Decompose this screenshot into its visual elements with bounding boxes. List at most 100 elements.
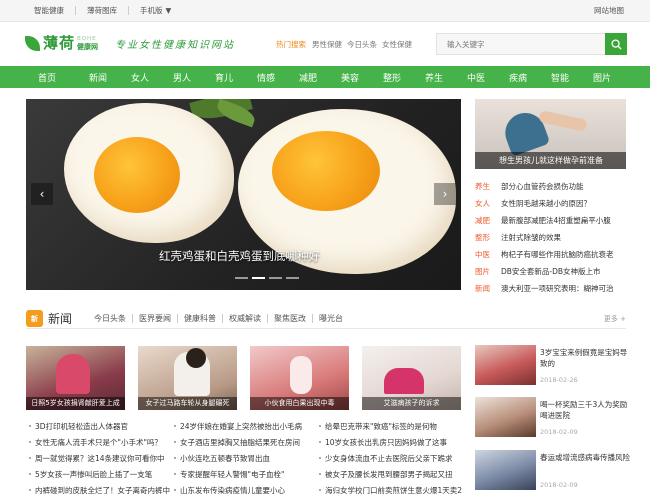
top-link-gallery[interactable]: 薄荷图库: [87, 5, 117, 16]
top-link-mobile[interactable]: 手机版: [140, 5, 163, 16]
top-link-smart-health[interactable]: 智能健康: [34, 5, 64, 16]
article-title[interactable]: 注射式除皱的效果: [501, 232, 561, 243]
site-logo[interactable]: 薄荷 BOHE 健康网: [25, 36, 113, 51]
list-item[interactable]: 女性无痛人流手术只是个"小手术"吗？: [29, 434, 162, 450]
list-item[interactable]: 海归女学校门口前卖煎饼生意火爆1天卖2: [319, 482, 462, 498]
list-item[interactable]: 养生 部分心血管药会损伤功能: [475, 178, 635, 195]
list-item[interactable]: 中医 枸杞子有哪些作用抗脑防癌抗衰老: [475, 246, 635, 263]
list-item[interactable]: 24岁伴娘在婚宴上突然被抬出小毛病: [174, 418, 302, 434]
feed-item[interactable]: 春运或增流感病毒传播风险 2018-02-09: [475, 450, 635, 496]
slider-prev-button[interactable]: ‹: [31, 183, 53, 205]
feed-title[interactable]: 3岁宝宝来例假竟是宝妈导致的: [540, 347, 632, 369]
category-label[interactable]: 新闻: [475, 283, 492, 294]
news-thumb[interactable]: 女子过马路车轮从身腿碾死: [138, 346, 237, 410]
category-label[interactable]: 女人: [475, 198, 492, 209]
list-item[interactable]: 给晕巴克带来"致癌"标签的是何物: [319, 418, 437, 434]
list-item[interactable]: 小伙连吃五顿春节致胃出血: [174, 450, 284, 466]
nav-item-men[interactable]: 男人: [173, 71, 215, 84]
nav-item-parenting[interactable]: 育儿: [215, 71, 257, 84]
list-item[interactable]: 专家提醒年轻人警惕"电子血栓": [174, 466, 284, 482]
more-link[interactable]: 更多 +: [604, 314, 626, 324]
sitemap-link[interactable]: 网站地图: [594, 5, 624, 16]
article-title[interactable]: DB安全套新品-DB女神版上市: [501, 266, 601, 277]
category-label[interactable]: 减肥: [475, 215, 492, 226]
category-label[interactable]: 图片: [475, 266, 492, 277]
feed-date: 2018-02-09: [540, 428, 578, 436]
nav-item-disease[interactable]: 疾病: [509, 71, 551, 84]
news-section-header: 新 新闻 今日头条 医界要闻 健康科普 权威解读 聚焦医改 曝光台 更多 +: [26, 309, 626, 329]
top-links: 智能健康 薄荷图库 手机版 ▼: [34, 5, 171, 16]
hero-slider[interactable]: ‹ › 红壳鸡蛋和白壳鸡蛋到底哪种好: [26, 99, 461, 290]
feed-title[interactable]: 春运或增流感病毒传播风险: [540, 452, 632, 463]
list-item[interactable]: 新闻 澳大利亚一项研究表明：糊神可治: [475, 280, 635, 297]
category-label[interactable]: 整形: [475, 232, 492, 243]
feed-item[interactable]: 喝一杯奖励三千3人为奖励喝进医院 2018-02-09: [475, 397, 635, 443]
feed-item[interactable]: 3岁宝宝来例假竟是宝妈导致的 2018-02-26: [475, 345, 635, 391]
tab-health-science[interactable]: 健康科普: [184, 313, 216, 324]
nav-item-home[interactable]: 首页: [38, 71, 89, 84]
list-item[interactable]: 减肥 最新腹部减肥法4招重塑扁平小腹: [475, 212, 635, 229]
logo-en: BOHE: [77, 36, 97, 42]
list-item[interactable]: 女子酒店里掉胸又抽脂结果死在房间: [174, 434, 300, 450]
list-item[interactable]: 3D打印机轻松造出人体器官: [29, 418, 139, 434]
side-feature-card[interactable]: 想生男孩儿就这样做孕前准备: [475, 99, 626, 169]
news-thumb[interactable]: 小伙食用白果出现中毒: [250, 346, 349, 410]
tab-interpretation[interactable]: 权威解读: [229, 313, 261, 324]
news-thumb[interactable]: 艾滋病孩子的诉求: [362, 346, 461, 410]
hot-keyword[interactable]: 男性保健: [312, 39, 342, 50]
side-article-list: 养生 部分心血管药会损伤功能 女人 女性阴毛越来越小的原因？ 减肥 最新腹部减肥法4招…: [475, 178, 635, 297]
article-title[interactable]: 最新腹部减肥法4招重塑扁平小腹: [501, 215, 611, 226]
hot-keyword[interactable]: 女性保健: [382, 39, 412, 50]
nav-item-pictures[interactable]: 图片: [593, 71, 623, 84]
article-title[interactable]: 澳大利亚一项研究表明：糊神可治: [501, 283, 614, 294]
category-label[interactable]: 养生: [475, 181, 492, 192]
logo-text: 薄荷: [43, 34, 76, 52]
list-item[interactable]: 图片 DB安全套新品-DB女神版上市: [475, 263, 635, 280]
article-title[interactable]: 枸杞子有哪些作用抗脑防癌抗衰老: [501, 249, 614, 260]
nav-item-emotion[interactable]: 情感: [257, 71, 299, 84]
slider-next-button[interactable]: ›: [434, 183, 456, 205]
list-item[interactable]: 山东发布传染病疫情儿童要小心: [174, 482, 285, 498]
slider-dot[interactable]: [235, 277, 248, 279]
search-button[interactable]: [605, 33, 627, 55]
nav-item-beauty[interactable]: 美容: [341, 71, 383, 84]
list-item[interactable]: 少女身体流血不止去医院后父亲下跪求: [319, 450, 453, 466]
slider-dot[interactable]: [269, 277, 282, 279]
chevron-down-icon[interactable]: ▼: [166, 6, 172, 15]
nav-item-women[interactable]: 女人: [131, 71, 173, 84]
tab-headlines[interactable]: 今日头条: [94, 313, 126, 324]
nav-item-wellness[interactable]: 养生: [425, 71, 467, 84]
category-label[interactable]: 中医: [475, 249, 492, 260]
list-item[interactable]: 10岁女孩长出乳房只因妈妈做了这事: [319, 434, 447, 450]
list-item[interactable]: 被女子及腰长发甩到腰部男子揭起又扭: [319, 466, 453, 482]
separator: [132, 314, 134, 323]
tab-exposure[interactable]: 曝光台: [319, 313, 343, 324]
site-slogan: 专业女性健康知识网站: [115, 40, 235, 51]
article-title[interactable]: 部分心血管药会损伤功能: [501, 181, 584, 192]
tab-medical-reform[interactable]: 聚焦医改: [274, 313, 306, 324]
nav-item-plastic[interactable]: 整形: [383, 71, 425, 84]
feed-title[interactable]: 喝一杯奖励三千3人为奖励喝进医院: [540, 399, 632, 421]
nav-item-tcm[interactable]: 中医: [467, 71, 509, 84]
search-box: [436, 33, 627, 55]
article-title[interactable]: 女性阴毛越来越小的原因？: [501, 198, 591, 209]
egg-yolk-image: [272, 131, 380, 211]
search-input[interactable]: [436, 33, 605, 55]
list-item[interactable]: 内裤碰到的皮肤全烂了！女子离奇内裤中: [29, 482, 170, 498]
separator: [75, 6, 76, 15]
hot-keyword[interactable]: 今日头条: [347, 39, 377, 50]
list-item[interactable]: 周一就觉得累？这14条建议你可看你中: [29, 450, 165, 466]
side-feature-caption: 想生男孩儿就这样做孕前准备: [475, 152, 626, 169]
nav-item-news[interactable]: 新闻: [89, 71, 131, 84]
list-item[interactable]: 女人 女性阴毛越来越小的原因？: [475, 195, 635, 212]
nav-item-smart[interactable]: 智能: [551, 71, 593, 84]
slider-dot-active[interactable]: [252, 277, 265, 279]
news-thumb[interactable]: 日照5岁女孩捐肾献肝爱上成: [26, 346, 125, 410]
nav-item-diet[interactable]: 减肥: [299, 71, 341, 84]
tab-medical-news[interactable]: 医界要闻: [139, 313, 171, 324]
slider-dot[interactable]: [286, 277, 299, 279]
egg-yolk-image: [94, 137, 180, 213]
slider-caption[interactable]: 红壳鸡蛋和白壳鸡蛋到底哪种好: [159, 248, 320, 264]
list-item[interactable]: 5岁女孩一声惨叫后脸上插了一支笔: [29, 466, 152, 482]
list-item[interactable]: 整形 注射式除皱的效果: [475, 229, 635, 246]
